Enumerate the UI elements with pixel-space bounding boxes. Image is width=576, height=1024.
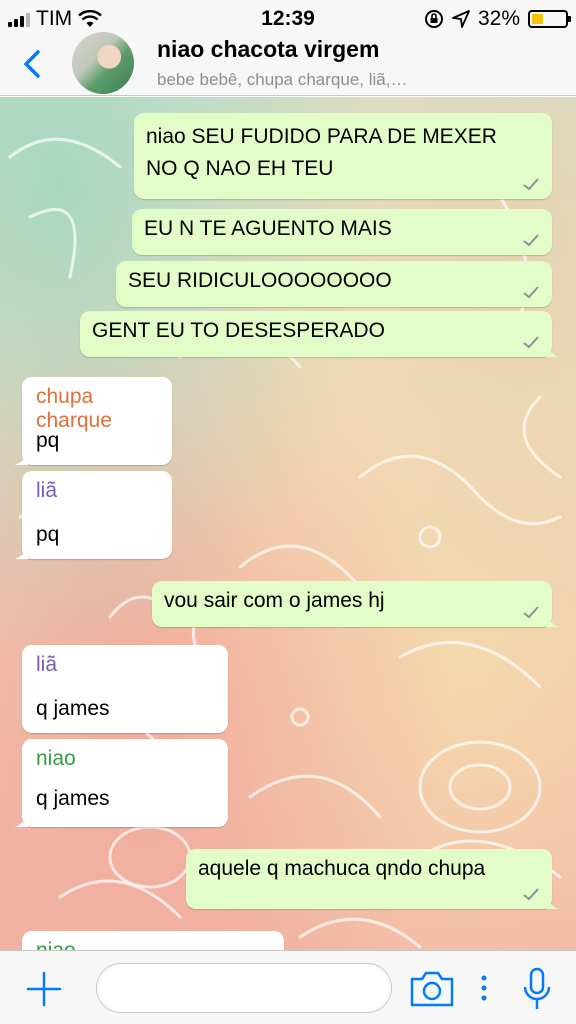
message-text: pq — [36, 523, 60, 546]
message-outgoing[interactable]: GENT EU TO DESESPERADO — [80, 311, 560, 357]
chat-title[interactable]: niao chacota virgem — [157, 36, 379, 63]
bubble-tail — [546, 613, 560, 627]
message-incoming[interactable]: liã q james — [22, 645, 228, 733]
battery-percent: 32% — [477, 7, 520, 30]
bubble-tail — [14, 451, 28, 465]
message-outgoing[interactable]: EU N TE AGUENTO MAIS — [132, 209, 552, 255]
message-text: q james — [36, 697, 110, 720]
sent-check-icon — [523, 286, 539, 299]
sender-name[interactable]: niao — [36, 939, 76, 950]
message-text: EU N TE AGUENTO MAIS — [144, 217, 392, 240]
lock-rotation-icon — [424, 10, 443, 28]
composer-bar — [0, 950, 576, 1024]
bubble-tail — [546, 895, 560, 909]
message-outgoing[interactable]: vou sair com o james hj — [152, 581, 560, 627]
message-list[interactable]: niao SEU FUDIDO PARA DE MEXER NO Q NAO EH… — [0, 97, 576, 950]
message-text: aquele q machuca qndo chupa — [198, 857, 486, 880]
message-incoming[interactable]: chupa charque pq — [14, 377, 172, 465]
message-line: NO Q NAO EH TEU — [146, 157, 334, 180]
message-incoming[interactable]: niao q james — [14, 739, 228, 827]
message-text: GENT EU TO DESESPERADO — [92, 319, 385, 342]
battery-icon — [528, 10, 571, 28]
message-outgoing[interactable]: niao SEU FUDIDO PARA DE MEXER NO Q NAO EH… — [134, 113, 552, 199]
message-outgoing[interactable]: aquele q machuca qndo chupa — [186, 849, 560, 909]
message-input[interactable] — [96, 963, 392, 1013]
message-text: vou sair com o james hj — [164, 589, 385, 612]
sender-name[interactable]: chupa charque — [36, 385, 172, 433]
microphone-icon[interactable] — [522, 967, 552, 1011]
plus-icon[interactable] — [26, 971, 62, 1007]
more-dots-icon[interactable] — [480, 975, 488, 1001]
bubble-tail — [14, 545, 28, 559]
chat-subtitle: bebe bebê, chupa charque, liã,… — [157, 70, 408, 89]
sent-check-icon — [523, 888, 539, 901]
message-outgoing[interactable]: SEU RIDICULOOOOOOOO — [116, 261, 552, 307]
bubble-tail — [546, 343, 560, 357]
back-chevron-icon[interactable] — [18, 44, 48, 84]
message-line: niao SEU FUDIDO PARA DE MEXER — [146, 125, 497, 148]
sent-check-icon — [523, 178, 539, 191]
location-icon — [452, 10, 470, 28]
message-text: niao SEU FUDIDO PARA DE MEXER NO Q NAO EH… — [146, 121, 497, 185]
message-incoming[interactable]: liã pq — [14, 471, 172, 559]
status-bar: TIM 12:39 32% — [0, 0, 576, 36]
sent-check-icon — [523, 234, 539, 247]
sender-name[interactable]: liã — [36, 479, 57, 503]
message-text: SEU RIDICULOOOOOOOO — [128, 269, 392, 292]
bubble-tail — [14, 813, 28, 827]
sender-name[interactable]: liã — [36, 653, 57, 677]
chat-header: niao chacota virgem bebe bebê, chupa cha… — [0, 32, 576, 96]
group-avatar[interactable] — [72, 32, 134, 94]
sender-name[interactable]: niao — [36, 747, 76, 771]
sent-check-icon — [523, 336, 539, 349]
message-incoming[interactable]: niao — [22, 931, 284, 950]
camera-icon[interactable] — [408, 969, 456, 1009]
sent-check-icon — [523, 606, 539, 619]
message-text: pq — [36, 429, 60, 452]
message-text: q james — [36, 787, 110, 810]
